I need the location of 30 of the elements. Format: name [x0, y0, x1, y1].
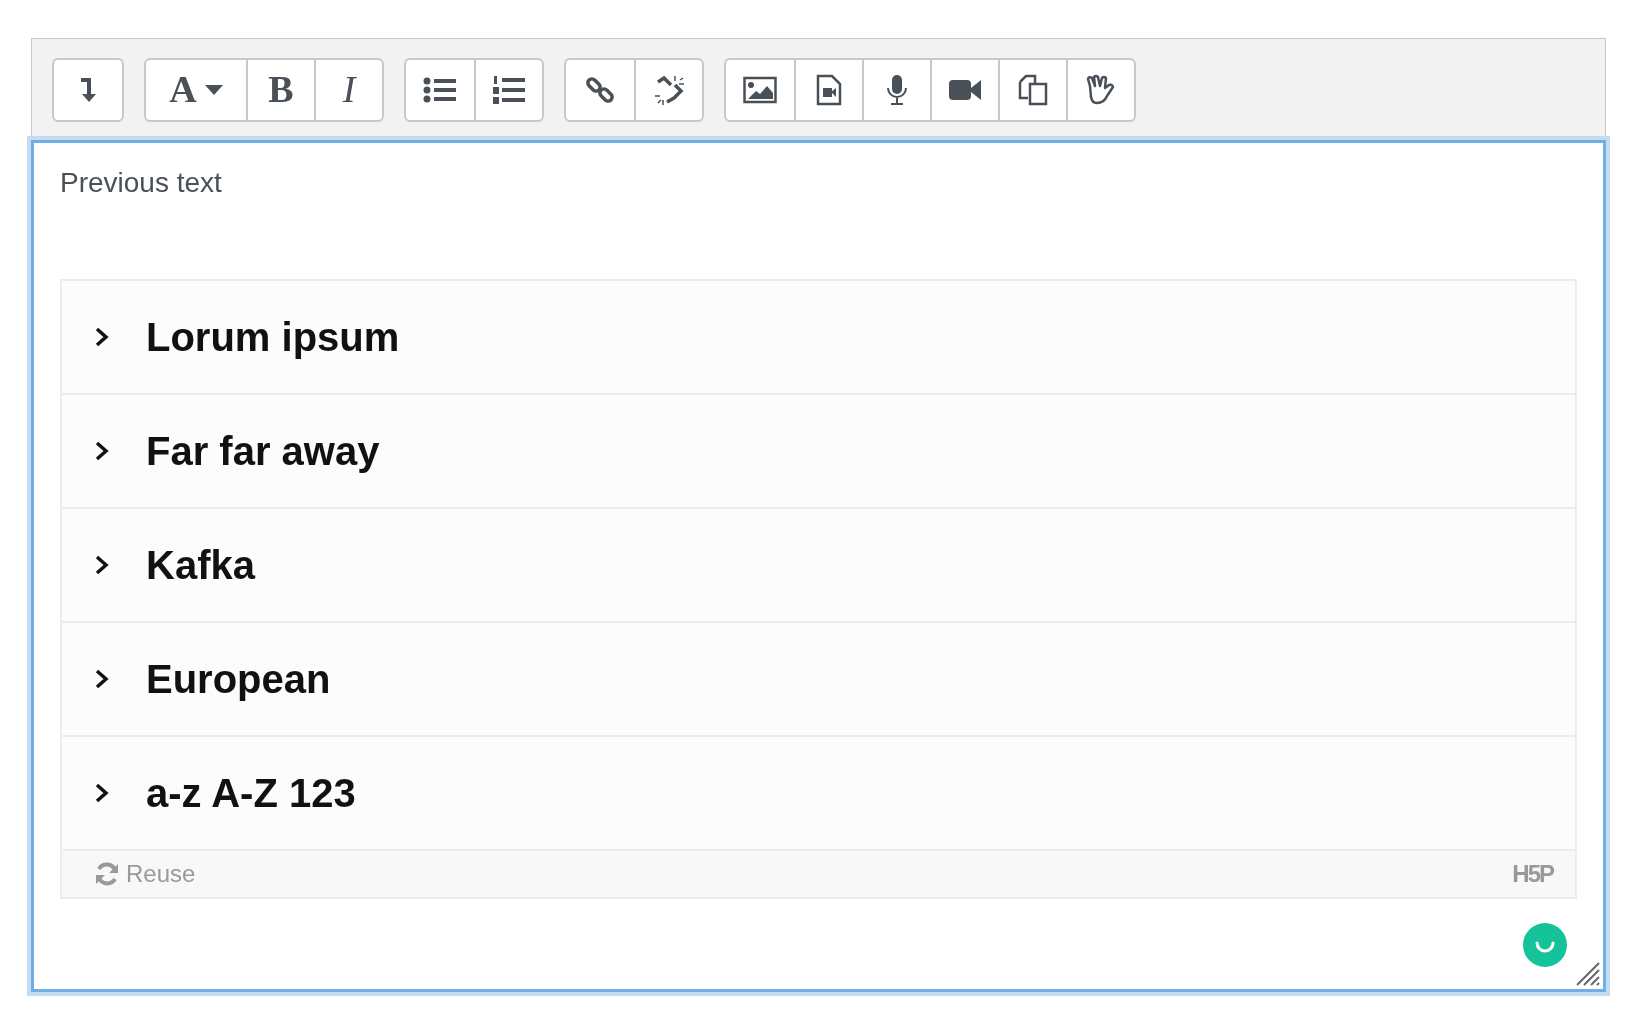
- numbered-list-icon: [492, 73, 526, 106]
- microphone-icon: [885, 73, 909, 106]
- accordion-title: Lorum ipsum: [146, 314, 400, 361]
- h5p-logo: H5P: [1512, 859, 1553, 889]
- accordion-title: a-z A-Z 123: [146, 770, 356, 817]
- chevron-right-icon: [94, 668, 110, 690]
- bulleted-list-icon: [423, 75, 457, 104]
- refresh-icon: [94, 861, 120, 887]
- accordion-header[interactable]: Lorum ipsum: [62, 281, 1575, 395]
- chevron-right-icon: [94, 782, 110, 804]
- link-icon: [585, 74, 615, 105]
- italic-button[interactable]: I: [314, 59, 382, 120]
- chevron-right-icon: [94, 326, 110, 348]
- paragraph-style-button[interactable]: A: [146, 59, 246, 120]
- video-camera-icon: [948, 77, 982, 102]
- accordion-header[interactable]: European: [62, 623, 1575, 737]
- copy-icon: [1017, 73, 1049, 106]
- accordion-title: European: [146, 656, 331, 703]
- chevron-right-icon: [94, 440, 110, 462]
- file-video-icon: [816, 73, 842, 106]
- accordion-header[interactable]: Kafka: [62, 509, 1575, 623]
- resize-handle-icon[interactable]: [1575, 961, 1601, 987]
- unlink-icon: [653, 73, 685, 106]
- image-icon: [743, 75, 777, 104]
- chevron-right-icon: [94, 554, 110, 576]
- accordion-title: Kafka: [146, 542, 255, 589]
- bold-button[interactable]: B: [246, 59, 314, 120]
- paragraph: Previous text: [60, 166, 222, 200]
- accordion-title: Far far away: [146, 428, 380, 475]
- accordion-header[interactable]: Far far away: [62, 395, 1575, 509]
